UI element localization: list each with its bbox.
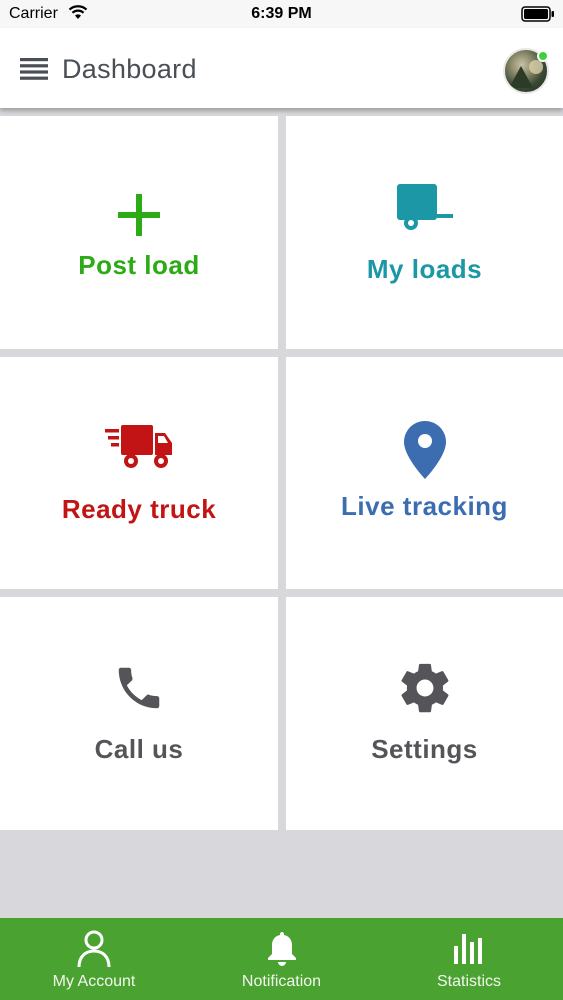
tab-my-account-label: My Account — [52, 973, 136, 990]
bottom-tab-bar: My Account Notification Statistics — [0, 918, 563, 1000]
live-tracking-tile[interactable]: Live tracking — [286, 357, 563, 589]
status-time: 6:39 PM — [251, 5, 312, 22]
settings-tile[interactable]: Settings — [286, 597, 563, 830]
location-pin-icon — [286, 421, 563, 479]
call-us-label: Call us — [94, 734, 184, 764]
battery-icon — [521, 6, 555, 27]
tab-notification-label: Notification — [241, 973, 322, 990]
tab-notification[interactable]: Notification — [188, 918, 375, 1000]
post-load-label: Post load — [78, 250, 200, 280]
my-loads-label: My loads — [366, 254, 483, 284]
online-status-dot — [537, 50, 549, 62]
screen: Carrier 6:39 PM Dashboard Post load My l… — [0, 0, 563, 1000]
phone-icon — [0, 661, 278, 715]
call-us-tile[interactable]: Call us — [0, 597, 278, 830]
my-loads-tile[interactable]: My loads — [286, 116, 563, 349]
app-header: Dashboard — [0, 28, 563, 108]
bar-chart-icon — [375, 930, 563, 966]
settings-label: Settings — [371, 734, 478, 764]
tab-statistics-label: Statistics — [436, 973, 501, 990]
user-icon — [0, 930, 188, 968]
ready-truck-label: Ready truck — [61, 494, 217, 524]
status-bar: Carrier 6:39 PM — [0, 0, 563, 28]
page-title: Dashboard — [62, 54, 197, 84]
trailer-icon — [286, 184, 563, 232]
ready-truck-tile[interactable]: Ready truck — [0, 357, 278, 589]
bell-icon — [188, 930, 375, 966]
avatar-mountain — [509, 66, 533, 88]
fast-truck-icon — [0, 423, 278, 471]
post-load-tile[interactable]: Post load — [0, 116, 278, 349]
live-tracking-label: Live tracking — [341, 491, 508, 521]
tab-statistics[interactable]: Statistics — [375, 918, 563, 1000]
gear-icon — [286, 659, 563, 717]
tab-my-account[interactable]: My Account — [0, 918, 188, 1000]
hamburger-menu-icon[interactable] — [20, 58, 48, 80]
plus-icon — [0, 194, 278, 236]
